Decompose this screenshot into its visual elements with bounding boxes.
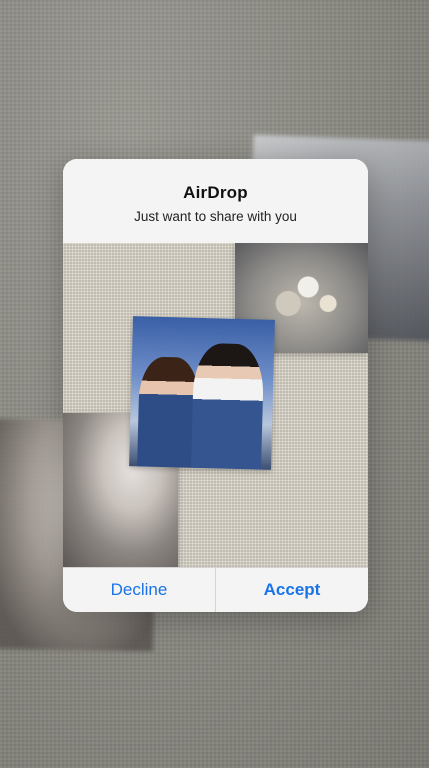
- preview-photo-girls: [129, 316, 275, 470]
- alert-button-bar: Decline Accept: [63, 567, 368, 612]
- accept-button[interactable]: Accept: [216, 568, 368, 612]
- airdrop-alert: AirDrop Just want to share with you Decl…: [63, 159, 368, 612]
- person-figure: [191, 342, 265, 470]
- alert-title: AirDrop: [183, 183, 248, 202]
- alert-header: AirDrop Just want to share with you: [63, 159, 368, 243]
- alert-message: Just want to share with you: [134, 209, 297, 224]
- shared-image-preview: [63, 243, 368, 568]
- decline-button[interactable]: Decline: [63, 568, 216, 612]
